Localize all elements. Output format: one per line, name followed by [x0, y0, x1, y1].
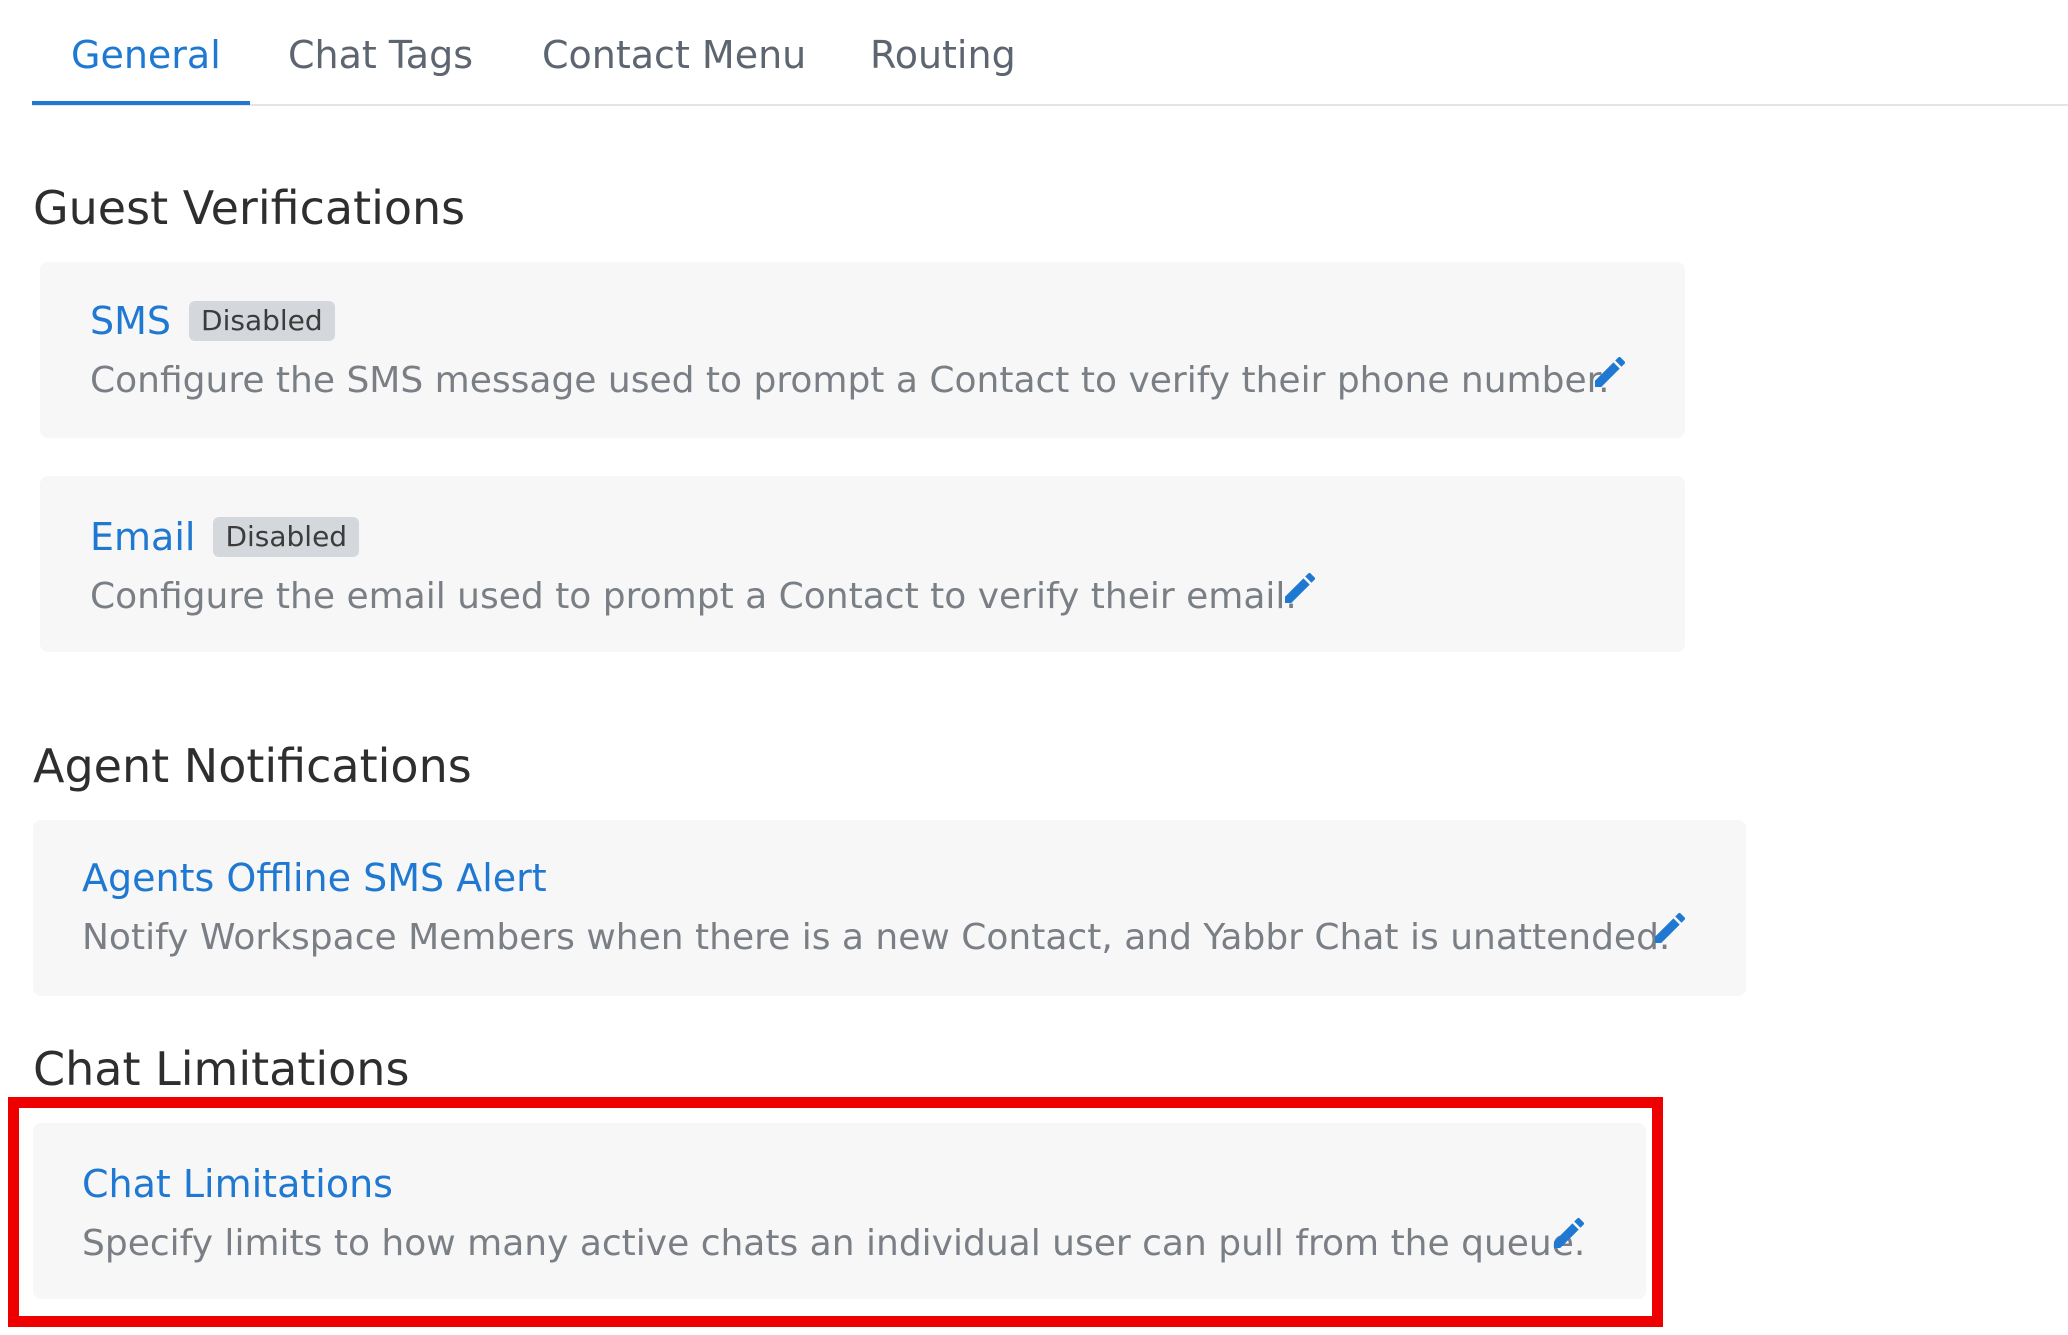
tab-routing[interactable]: Routing: [870, 30, 1016, 80]
tab-bar: General Chat Tags Contact Menu Routing: [32, 0, 2068, 106]
chat-limitations-link[interactable]: Chat Limitations: [82, 1159, 393, 1209]
card-title-row: Chat Limitations: [82, 1159, 393, 1209]
edit-sms-button[interactable]: [1590, 352, 1630, 392]
email-verification-link[interactable]: Email: [90, 512, 195, 562]
section-heading-guest-verifications: Guest Verifications: [33, 181, 466, 235]
card-title-row: Email Disabled: [90, 512, 360, 562]
card-description: Configure the email used to prompt a Con…: [90, 576, 1297, 617]
chat-limitations-card: Chat Limitations Specify limits to how m…: [33, 1123, 1646, 1299]
active-tab-indicator: [32, 101, 250, 105]
pencil-icon: [1554, 1217, 1585, 1248]
pencil-icon: [1595, 356, 1626, 387]
sms-verification-card: SMS Disabled Configure the SMS message u…: [40, 262, 1685, 438]
tab-contact-menu[interactable]: Contact Menu: [542, 30, 806, 80]
tab-general[interactable]: General: [71, 30, 221, 80]
agents-offline-sms-alert-link[interactable]: Agents Offline SMS Alert: [82, 853, 547, 903]
edit-email-button[interactable]: [1280, 568, 1320, 608]
card-description: Configure the SMS message used to prompt…: [90, 360, 1610, 401]
agents-offline-sms-alert-card: Agents Offline SMS Alert Notify Workspac…: [33, 820, 1746, 996]
card-description: Notify Workspace Members when there is a…: [82, 917, 1671, 958]
sms-verification-link[interactable]: SMS: [90, 296, 171, 346]
status-badge: Disabled: [213, 517, 360, 557]
card-title-row: Agents Offline SMS Alert: [82, 853, 547, 903]
status-badge: Disabled: [189, 301, 335, 341]
section-heading-chat-limitations: Chat Limitations: [33, 1042, 410, 1096]
email-verification-card: Email Disabled Configure the email used …: [40, 476, 1685, 652]
tab-chat-tags[interactable]: Chat Tags: [288, 30, 473, 80]
card-title-row: SMS Disabled: [90, 296, 335, 346]
section-heading-agent-notifications: Agent Notifications: [33, 739, 472, 793]
pencil-icon: [1285, 572, 1316, 603]
edit-agents-offline-alert-button[interactable]: [1650, 908, 1690, 948]
card-description: Specify limits to how many active chats …: [82, 1223, 1586, 1264]
edit-chat-limitations-button[interactable]: [1549, 1213, 1589, 1253]
pencil-icon: [1655, 912, 1686, 943]
